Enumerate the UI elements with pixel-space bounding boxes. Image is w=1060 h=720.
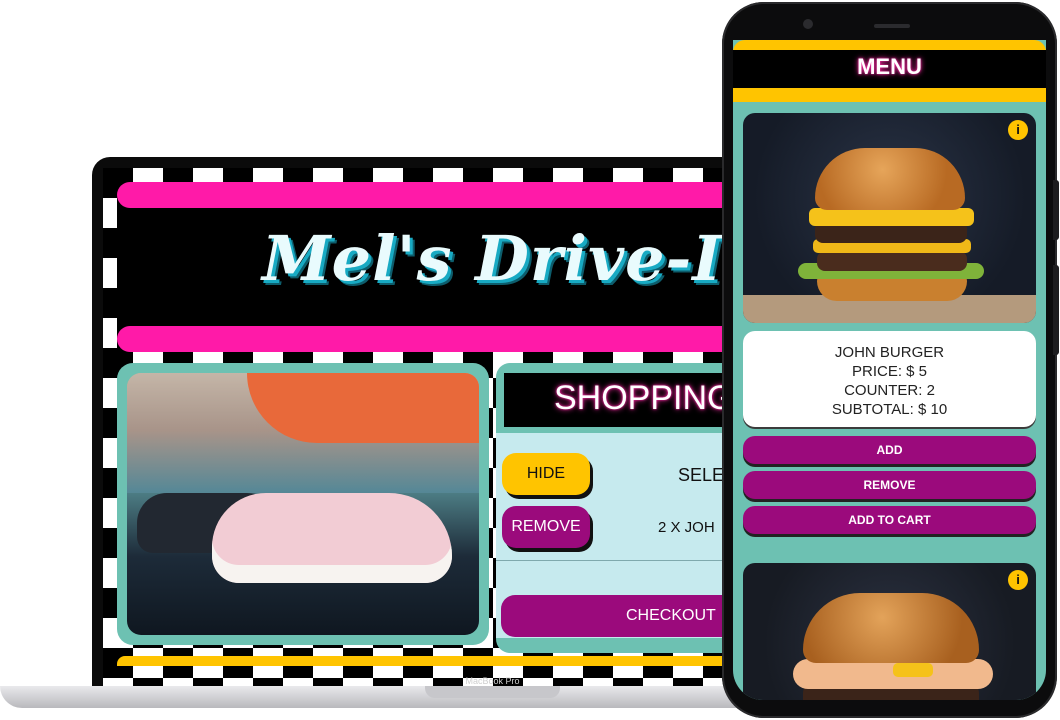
info-icon[interactable]: i [1008,120,1028,140]
diner-photo [127,373,479,635]
menu-header: MENU [733,50,1046,90]
footer-yellow-bar [117,656,783,666]
phone-speaker [874,24,910,28]
product-info-card: JOHN BURGER PRICE: $ 5 COUNTER: 2 SUBTOT… [743,331,1036,427]
burger-patty [817,251,967,271]
hero-banner: Mel's Drive-In [117,182,783,352]
laptop-notch [425,686,560,698]
remove-button[interactable]: REMOVE [743,471,1036,499]
burger-cheese [809,208,974,226]
menu-yellow-bar-bottom [733,88,1046,102]
burger-image [743,113,1036,323]
phone-volume-button [1053,265,1059,355]
cart-item-text: 2 X JOH [658,519,715,536]
product-name: JOHN BURGER [834,344,945,361]
diner-photo-frame [117,363,489,645]
add-to-cart-button[interactable]: ADD TO CART [743,506,1036,534]
product-price: PRICE: $ 5 [851,363,928,380]
burger-bun-top [815,148,965,210]
cart-title: SHOPPING [554,379,734,417]
menu-title: MENU [857,54,922,79]
hero-pink-bar-top [117,182,783,208]
photo-diner-canopy [247,373,479,443]
hide-button[interactable]: HIDE [502,453,590,495]
hero-pink-bar-bottom [117,326,783,352]
product-counter: COUNTER: 2 [844,382,935,399]
info-icon[interactable]: i [1008,570,1028,590]
camera-icon [803,19,813,29]
add-button[interactable]: ADD [743,436,1036,464]
laptop-model-label: MacBook Pro [465,676,520,686]
phone-power-button [1053,180,1059,240]
laptop-screen: Mel's Drive-In SHOPPING HIDE SELE REMOVE… [103,168,783,688]
photo-pink-car [212,493,452,583]
burger-image-2 [743,563,1036,700]
site-logo[interactable]: Mel's Drive-In [262,222,768,295]
cart-selected-heading: SELE [678,465,725,485]
phone-screen: MENU i JOHN BURGER PRICE: $ 5 COUNTER: 2… [733,40,1046,700]
burger-cheese [893,663,933,677]
laptop-base [0,686,830,708]
burger-bun-top [803,593,979,663]
product-subtotal: SUBTOTAL: $ 10 [831,401,948,418]
cart-remove-button[interactable]: REMOVE [502,506,590,548]
